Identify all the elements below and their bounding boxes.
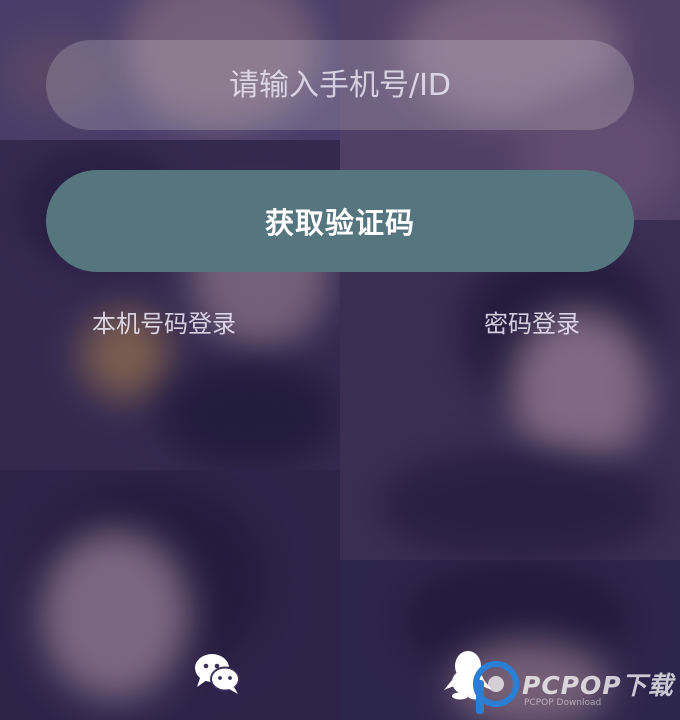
watermark-subtitle: PCPOP Download [524, 698, 602, 708]
phone-number-input[interactable] [46, 40, 634, 130]
watermark-brand: PCPOP下载 [522, 671, 674, 700]
login-screen: 获取验证码 本机号码登录 密码登录 [0, 0, 680, 720]
get-verification-code-button[interactable]: 获取验证码 [46, 170, 634, 272]
wechat-login-button[interactable] [190, 646, 246, 702]
local-number-login-link[interactable]: 本机号码登录 [92, 304, 236, 339]
wechat-icon [195, 654, 240, 694]
pcpop-logo-icon [473, 661, 519, 714]
pcpop-watermark: PCPOP下载 PCPOP Download [470, 658, 680, 718]
password-login-link[interactable]: 密码登录 [484, 304, 580, 339]
